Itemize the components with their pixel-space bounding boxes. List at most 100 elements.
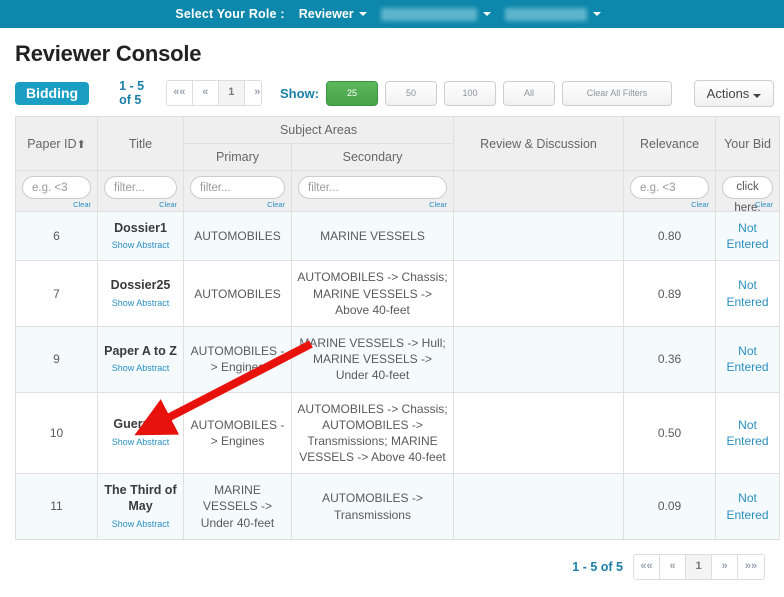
phase-badge-bidding[interactable]: Bidding xyxy=(15,82,89,105)
actions-button-label: Actions xyxy=(707,86,750,101)
cell-review-discussion xyxy=(454,474,624,540)
footer-pagination-bar: 1 - 5 of 5 «« « 1 » »» xyxy=(10,554,765,580)
cell-paper-id: 9 xyxy=(16,326,98,392)
cell-secondary: MARINE VESSELS xyxy=(292,212,454,261)
cell-review-discussion xyxy=(454,392,624,474)
page-size-50-button[interactable]: 50 xyxy=(385,81,437,106)
table-row: 7 Dossier25 Show Abstract AUTOMOBILES AU… xyxy=(16,261,780,327)
cell-paper-id: 6 xyxy=(16,212,98,261)
bid-status-link[interactable]: Not Entered xyxy=(727,344,769,374)
bid-status-link[interactable]: Not Entered xyxy=(727,491,769,521)
cell-secondary: MARINE VESSELS -> Hull; MARINE VESSELS -… xyxy=(292,326,454,392)
clear-paper-id-filter-link[interactable]: Clear xyxy=(22,200,91,209)
cell-title: Dossier25 Show Abstract xyxy=(98,261,184,327)
cell-relevance: 0.09 xyxy=(624,474,716,540)
column-header-primary[interactable]: Primary xyxy=(184,144,292,171)
filter-cell-paper-id: Clear xyxy=(16,171,98,212)
show-abstract-link[interactable]: Show Abstract xyxy=(104,436,177,448)
table-row: 6 Dossier1 Show Abstract AUTOMOBILES MAR… xyxy=(16,212,780,261)
pagination-next-button[interactable]: » xyxy=(245,81,262,105)
table-filter-row: Clear Clear Clear Clear Clear xyxy=(16,171,780,212)
toolbar: Bidding 1 - 5 of 5 «« « 1 » »» Show: 25 … xyxy=(15,80,774,106)
show-abstract-link[interactable]: Show Abstract xyxy=(104,239,177,251)
redacted-text-1 xyxy=(381,8,477,21)
top-navbar: Select Your Role : Reviewer xyxy=(0,0,784,28)
paper-title-label: Guernica xyxy=(104,417,177,433)
relevance-filter-input[interactable] xyxy=(630,176,709,199)
cell-primary: AUTOMOBILES -> Engines xyxy=(184,392,292,474)
cell-your-bid: Not Entered xyxy=(716,261,780,327)
bid-status-link[interactable]: Not Entered xyxy=(727,418,769,448)
cell-your-bid: Not Entered xyxy=(716,474,780,540)
bid-status-link[interactable]: Not Entered xyxy=(727,278,769,308)
column-header-paper-id[interactable]: Paper ID⬆ xyxy=(16,117,98,171)
cell-review-discussion xyxy=(454,326,624,392)
filter-cell-review-discussion xyxy=(454,171,624,212)
column-header-your-bid[interactable]: Your Bid xyxy=(716,117,780,171)
role-dropdown-label: Reviewer xyxy=(299,7,354,21)
pagination-prev-button[interactable]: « xyxy=(193,81,219,105)
pagination-next-button[interactable]: » xyxy=(712,555,738,579)
cell-primary: AUTOMOBILES xyxy=(184,212,292,261)
pagination-first-button[interactable]: «« xyxy=(634,555,660,579)
cell-paper-id: 10 xyxy=(16,392,98,474)
cell-primary: AUTOMOBILES xyxy=(184,261,292,327)
actions-button[interactable]: Actions xyxy=(694,80,774,107)
chevron-down-icon xyxy=(359,12,367,16)
page-size-all-button[interactable]: All xyxy=(503,81,555,106)
clear-secondary-filter-link[interactable]: Clear xyxy=(298,200,447,209)
table-head: Paper ID⬆ Title Subject Areas Review & D… xyxy=(16,117,780,212)
cell-relevance: 0.80 xyxy=(624,212,716,261)
secondary-filter-input[interactable] xyxy=(298,176,447,199)
table-row: 10 Guernica Show Abstract AUTOMOBILES ->… xyxy=(16,392,780,474)
cell-primary: MARINE VESSELS -> Under 40-feet xyxy=(184,474,292,540)
cell-secondary: AUTOMOBILES -> Chassis; MARINE VESSELS -… xyxy=(292,261,454,327)
cell-relevance: 0.89 xyxy=(624,261,716,327)
filter-cell-secondary: Clear xyxy=(292,171,454,212)
primary-filter-input[interactable] xyxy=(190,176,285,199)
pagination-top: «« « 1 » »» xyxy=(166,80,262,106)
chevron-down-icon xyxy=(483,12,491,16)
clear-primary-filter-link[interactable]: Clear xyxy=(190,200,285,209)
paper-title-label: Dossier1 xyxy=(104,221,177,237)
title-filter-input[interactable] xyxy=(104,176,177,199)
pagination-bottom: «« « 1 » »» xyxy=(633,554,765,580)
column-header-review-discussion: Review & Discussion xyxy=(454,117,624,171)
paper-title-label: Dossier25 xyxy=(104,278,177,294)
paper-id-filter-input[interactable] xyxy=(22,176,91,199)
redacted-dropdown-1[interactable] xyxy=(381,8,491,21)
cell-your-bid: Not Entered xyxy=(716,392,780,474)
clear-relevance-filter-link[interactable]: Clear xyxy=(630,200,709,209)
redacted-dropdown-2[interactable] xyxy=(505,8,601,21)
role-dropdown[interactable]: Reviewer xyxy=(299,7,367,21)
pagination-last-button[interactable]: »» xyxy=(738,555,764,579)
results-range-bottom: 1 - 5 of 5 xyxy=(572,560,623,574)
cell-primary: AUTOMOBILES -> Engines xyxy=(184,326,292,392)
filter-cell-relevance: Clear xyxy=(624,171,716,212)
column-header-secondary[interactable]: Secondary xyxy=(292,144,454,171)
table-header-row-1: Paper ID⬆ Title Subject Areas Review & D… xyxy=(16,117,780,144)
pagination-page-1-button[interactable]: 1 xyxy=(686,555,712,579)
column-header-relevance[interactable]: Relevance xyxy=(624,117,716,171)
clear-all-filters-button[interactable]: Clear All Filters xyxy=(562,81,672,106)
cell-review-discussion xyxy=(454,212,624,261)
page-size-100-button[interactable]: 100 xyxy=(444,81,496,106)
column-header-paper-id-label: Paper ID xyxy=(27,137,76,151)
chevron-down-icon xyxy=(753,94,761,98)
cell-paper-id: 7 xyxy=(16,261,98,327)
your-bid-filter-button[interactable]: click here. xyxy=(722,176,773,199)
column-header-subject-areas: Subject Areas xyxy=(184,117,454,144)
show-abstract-link[interactable]: Show Abstract xyxy=(104,297,177,309)
pagination-first-button[interactable]: «« xyxy=(167,81,193,105)
show-label: Show: xyxy=(280,86,319,101)
show-abstract-link[interactable]: Show Abstract xyxy=(104,518,177,530)
pagination-page-1-button[interactable]: 1 xyxy=(219,81,245,105)
clear-title-filter-link[interactable]: Clear xyxy=(104,200,177,209)
bid-status-link[interactable]: Not Entered xyxy=(727,221,769,251)
cell-your-bid: Not Entered xyxy=(716,326,780,392)
pagination-prev-button[interactable]: « xyxy=(660,555,686,579)
page-size-25-button[interactable]: 25 xyxy=(326,81,378,106)
filter-cell-title: Clear xyxy=(98,171,184,212)
column-header-title[interactable]: Title xyxy=(98,117,184,171)
show-abstract-link[interactable]: Show Abstract xyxy=(104,362,177,374)
